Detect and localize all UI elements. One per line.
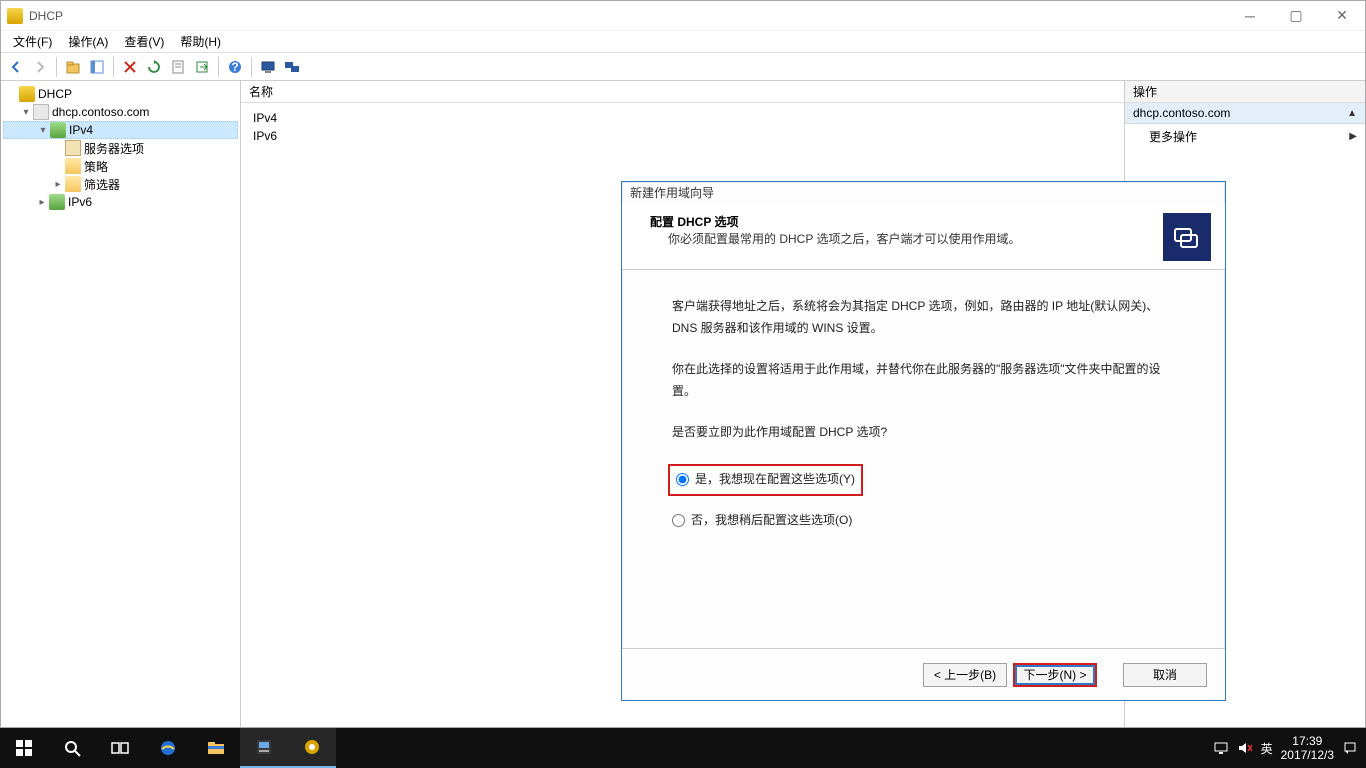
menu-file[interactable]: 文件(F) xyxy=(7,31,58,52)
dhcp-mmc-window: DHCP ─ ▢ ✕ 文件(F) 操作(A) 查看(V) 帮助(H) xyxy=(0,0,1366,728)
window-title: DHCP xyxy=(29,9,1227,23)
tray-network-icon[interactable] xyxy=(1213,740,1229,756)
back-button[interactable] xyxy=(5,56,27,78)
radio-yes-label[interactable]: 是，我想现在配置这些选项(Y) xyxy=(695,469,855,491)
tray-volume-icon[interactable] xyxy=(1237,740,1253,756)
tree-server-options[interactable]: 服务器选项 xyxy=(3,139,238,157)
scope-tree: DHCP ▾dhcp.contoso.com ▾IPv4 服务器选项 策略 ▸筛… xyxy=(1,81,241,727)
radio-yes[interactable] xyxy=(676,473,689,486)
taskbar-ie[interactable] xyxy=(144,728,192,768)
radio-no-label[interactable]: 否，我想稍后配置这些选项(O) xyxy=(691,510,852,532)
menu-help[interactable]: 帮助(H) xyxy=(174,31,227,52)
tree-ipv4[interactable]: ▾IPv4 xyxy=(3,121,238,139)
system-tray: 英 17:39 2017/12/3 xyxy=(1205,734,1366,763)
wizard-caption: 新建作用域向导 xyxy=(622,182,1225,203)
tree-ipv6[interactable]: ▸IPv6 xyxy=(3,193,238,211)
menu-view[interactable]: 查看(V) xyxy=(118,31,170,52)
taskbar-explorer[interactable] xyxy=(192,728,240,768)
new-scope-wizard-dialog: 新建作用域向导 配置 DHCP 选项 你必须配置最常用的 DHCP 选项之后，客… xyxy=(621,181,1226,701)
console-button-2[interactable] xyxy=(281,56,303,78)
close-button[interactable]: ✕ xyxy=(1319,1,1365,30)
forward-button[interactable] xyxy=(29,56,51,78)
wizard-para2: 你在此选择的设置将适用于此作用域，并替代你在此服务器的"服务器选项"文件夹中配置… xyxy=(672,359,1175,402)
list-item-ipv4[interactable]: IPv4 xyxy=(249,109,1116,127)
up-button[interactable] xyxy=(62,56,84,78)
tree-root-dhcp[interactable]: DHCP xyxy=(3,85,238,103)
toolbar: ? xyxy=(1,53,1365,81)
actions-group-server[interactable]: dhcp.contoso.com ▲ xyxy=(1125,103,1365,124)
menu-action[interactable]: 操作(A) xyxy=(62,31,114,52)
radio-yes-highlight: 是，我想现在配置这些选项(Y) xyxy=(668,464,863,496)
results-header-name[interactable]: 名称 xyxy=(241,81,1124,103)
menubar: 文件(F) 操作(A) 查看(V) 帮助(H) xyxy=(1,31,1365,53)
wizard-next-button[interactable]: 下一步(N) > xyxy=(1013,663,1097,687)
show-hide-tree-button[interactable] xyxy=(86,56,108,78)
wizard-subheading: 你必须配置最常用的 DHCP 选项之后，客户端才可以使用作用域。 xyxy=(636,230,1020,247)
collapse-icon: ▲ xyxy=(1347,108,1357,119)
radio-no[interactable] xyxy=(672,514,685,527)
start-button[interactable] xyxy=(0,728,48,768)
delete-button[interactable] xyxy=(119,56,141,78)
properties-button[interactable] xyxy=(167,56,189,78)
taskbar-server-manager[interactable] xyxy=(240,728,288,768)
tree-server[interactable]: ▾dhcp.contoso.com xyxy=(3,103,238,121)
tray-clock[interactable]: 17:39 2017/12/3 xyxy=(1281,734,1334,763)
minimize-button[interactable]: ─ xyxy=(1227,1,1273,30)
titlebar: DHCP ─ ▢ ✕ xyxy=(1,1,1365,31)
refresh-button[interactable] xyxy=(143,56,165,78)
search-button[interactable] xyxy=(48,728,96,768)
wizard-cancel-button[interactable]: 取消 xyxy=(1123,663,1207,687)
wizard-question: 是否要立即为此作用域配置 DHCP 选项? xyxy=(672,422,1175,444)
maximize-button[interactable]: ▢ xyxy=(1273,1,1319,30)
wizard-heading: 配置 DHCP 选项 xyxy=(636,213,1020,230)
help-button[interactable]: ? xyxy=(224,56,246,78)
results-pane: 名称 IPv4 IPv6 新建作用域向导 配置 DHCP 选项 你必须配置最常用… xyxy=(241,81,1125,727)
chevron-right-icon: ▶ xyxy=(1349,131,1357,142)
actions-more[interactable]: 更多操作 ▶ xyxy=(1125,124,1365,149)
wizard-para1: 客户端获得地址之后，系统将会为其指定 DHCP 选项，例如，路由器的 IP 地址… xyxy=(672,296,1175,339)
tree-filters[interactable]: ▸筛选器 xyxy=(3,175,238,193)
list-item-ipv6[interactable]: IPv6 xyxy=(249,127,1116,145)
svg-text:?: ? xyxy=(231,60,238,74)
console-button-1[interactable] xyxy=(257,56,279,78)
tree-policy[interactable]: 策略 xyxy=(3,157,238,175)
taskview-button[interactable] xyxy=(96,728,144,768)
taskbar-dhcp[interactable] xyxy=(288,728,336,768)
taskbar: 英 17:39 2017/12/3 xyxy=(0,728,1366,768)
tray-ime[interactable]: 英 xyxy=(1261,740,1273,756)
export-button[interactable] xyxy=(191,56,213,78)
wizard-back-button[interactable]: < 上一步(B) xyxy=(923,663,1007,687)
tray-notifications-icon[interactable] xyxy=(1342,740,1358,756)
wizard-logo-icon xyxy=(1163,213,1211,261)
actions-header: 操作 xyxy=(1125,81,1365,103)
dhcp-app-icon xyxy=(7,8,23,24)
